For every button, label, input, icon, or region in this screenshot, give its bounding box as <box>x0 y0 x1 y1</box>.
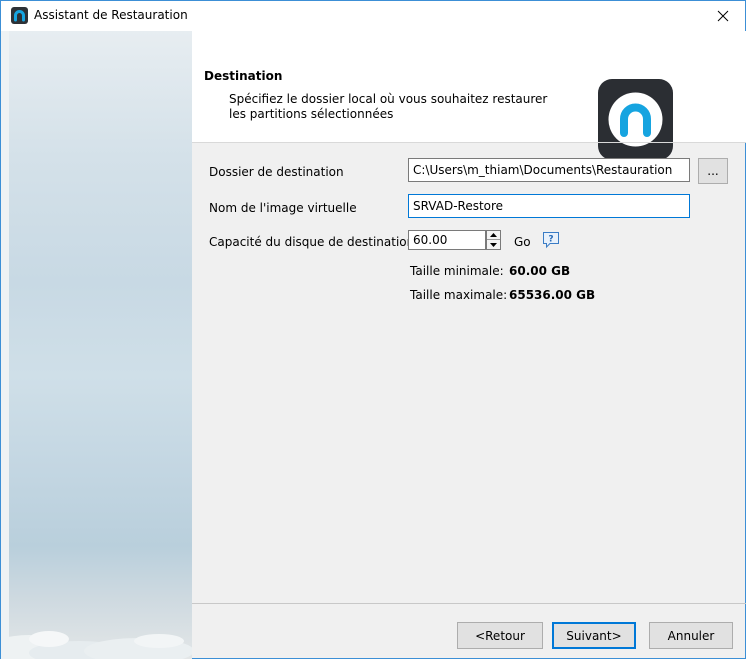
help-icon[interactable]: ? <box>542 231 560 249</box>
capacity-input[interactable] <box>408 230 486 250</box>
page-title: Destination <box>204 69 283 83</box>
arrow-down-icon <box>490 242 497 247</box>
app-logo-icon <box>608 92 663 147</box>
arrow-up-icon <box>490 233 497 237</box>
footer-divider <box>192 603 746 604</box>
back-button[interactable]: <Retour <box>457 622 543 649</box>
destination-label: Dossier de destination <box>209 165 344 179</box>
max-size-value: 65536.00 GB <box>509 288 596 302</box>
destination-folder-input[interactable] <box>408 158 690 182</box>
restore-wizard-window: Assistant de Restauration Destination Sp… <box>0 0 746 659</box>
spin-down-button[interactable] <box>487 240 500 249</box>
title-bar: Assistant de Restauration <box>1 1 745 31</box>
wizard-header: Destination Spécifiez le dossier local o… <box>192 31 746 160</box>
capacity-spinner <box>486 230 501 250</box>
product-logo <box>598 79 673 160</box>
capacity-unit: Go <box>514 235 531 249</box>
cancel-button[interactable]: Annuler <box>649 622 733 649</box>
page-description: Spécifiez le dossier local où vous souha… <box>229 92 548 121</box>
clouds-image <box>9 631 192 659</box>
svg-text:?: ? <box>548 235 553 245</box>
sidebar-edge <box>1 31 9 659</box>
max-size-label: Taille maximale: <box>410 288 508 302</box>
window-title: Assistant de Restauration <box>34 8 188 22</box>
wizard-sidebar-image <box>9 31 192 659</box>
min-size-label: Taille minimale: <box>410 264 504 278</box>
spin-up-button[interactable] <box>487 231 500 240</box>
virtual-image-name-input[interactable] <box>408 194 690 218</box>
app-logo-icon <box>11 7 28 24</box>
capacity-label: Capacité du disque de destination <box>209 235 415 249</box>
close-button[interactable] <box>701 1 745 31</box>
header-divider <box>192 142 746 143</box>
min-size-value: 60.00 GB <box>509 264 571 278</box>
close-icon <box>717 10 729 22</box>
browse-button[interactable]: ... <box>698 158 728 184</box>
image-name-label: Nom de l'image virtuelle <box>209 201 357 215</box>
next-button[interactable]: Suivant> <box>552 622 636 649</box>
